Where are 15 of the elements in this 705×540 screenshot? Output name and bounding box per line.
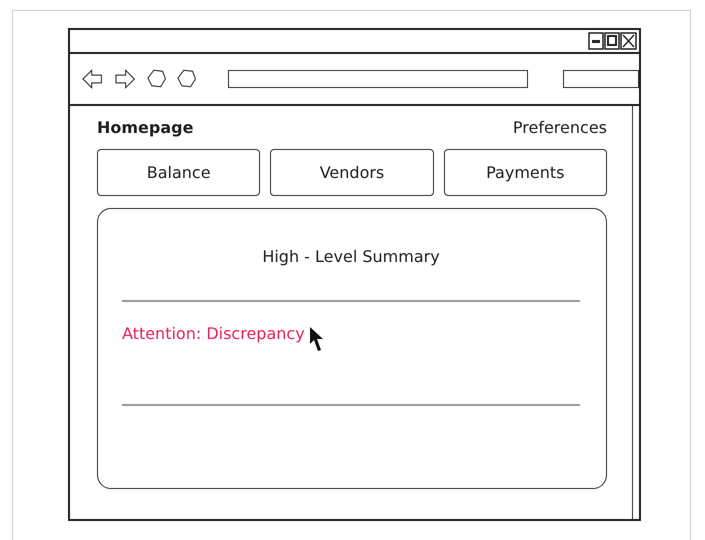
back-icon[interactable] (82, 69, 104, 89)
hexagon-icon[interactable] (146, 69, 166, 89)
summary-title: High - Level Summary (261, 247, 441, 267)
window-controls-icon[interactable] (588, 32, 638, 50)
address-field[interactable] (228, 70, 528, 88)
nav-button[interactable]: Payments (444, 149, 607, 196)
search-field[interactable] (563, 70, 639, 88)
nav-button[interactable]: Balance (97, 149, 260, 196)
page-title: Homepage (97, 118, 194, 137)
discrepancy-alert[interactable]: Attention: Discrepancy (122, 324, 305, 343)
nav-button[interactable]: Vendors (270, 149, 434, 196)
preferences-link[interactable]: Preferences (512, 118, 607, 137)
hexagon-icon[interactable] (177, 69, 196, 89)
cursor-icon (308, 326, 325, 352)
forward-icon[interactable] (114, 69, 136, 89)
